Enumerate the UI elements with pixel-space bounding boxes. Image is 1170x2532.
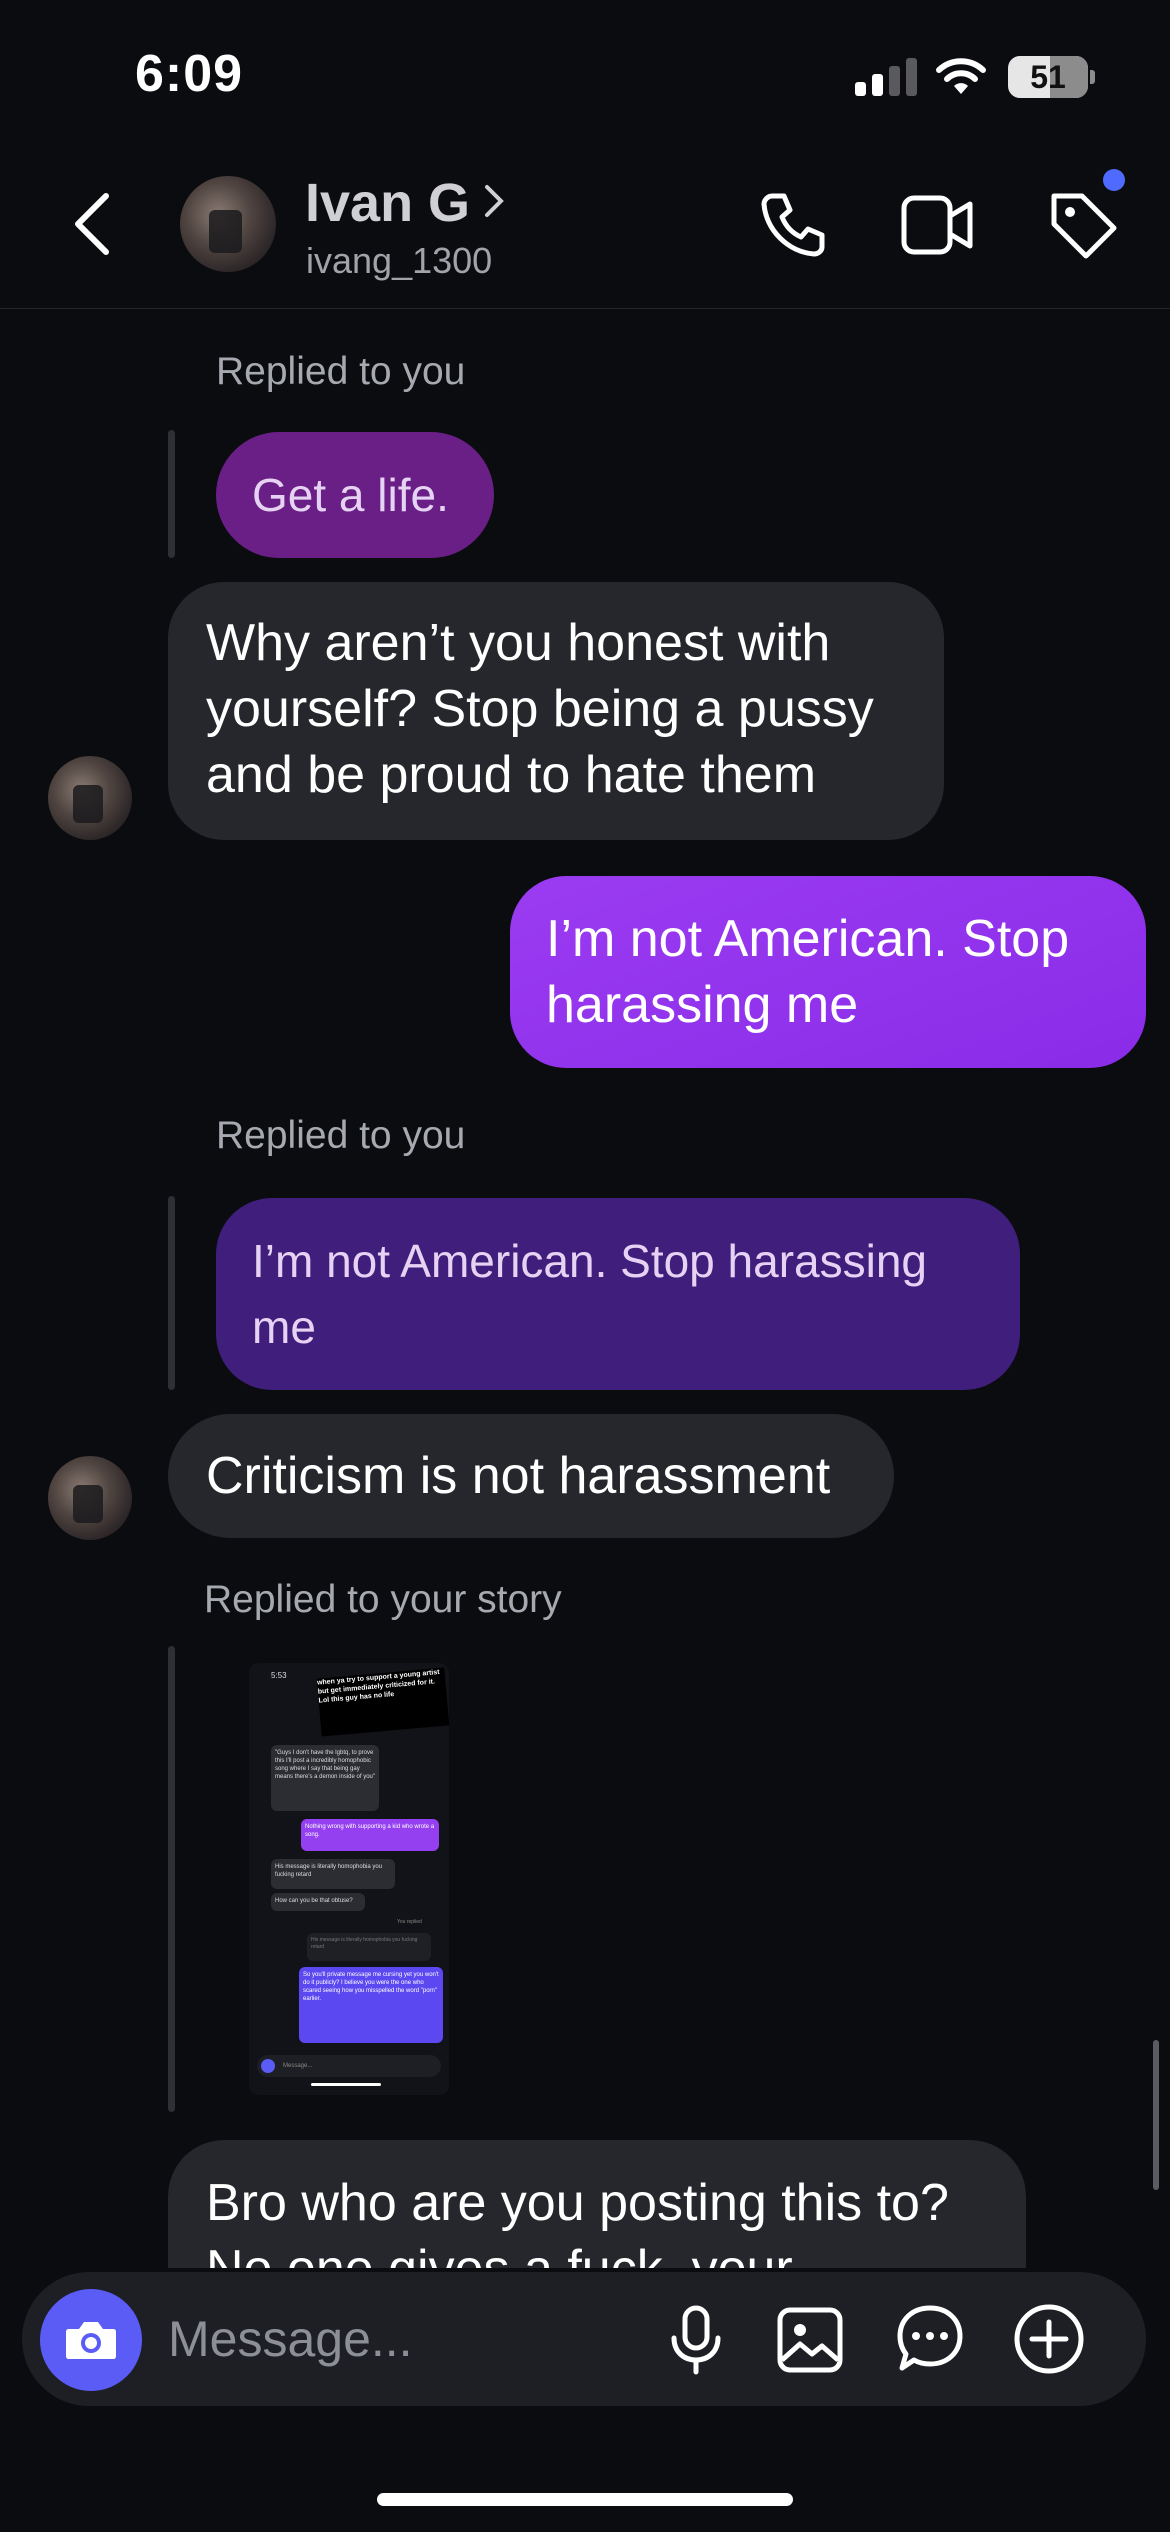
battery-level: 51 — [1030, 59, 1066, 95]
story-line: "Guys I don't have the lgbtq, to prove t… — [271, 1745, 379, 1811]
story-caption: when ya try to support a young artist bu… — [316, 1667, 449, 1737]
incoming-message[interactable]: Criticism is not harassment — [168, 1414, 894, 1538]
phone-icon[interactable] — [758, 188, 830, 260]
reply-label: Replied to you — [216, 1114, 466, 1157]
story-camera-icon — [261, 2059, 275, 2073]
story-composer: Message... — [257, 2055, 441, 2077]
camera-icon — [66, 2322, 116, 2359]
plus-icon[interactable] — [1012, 2302, 1086, 2376]
back-button[interactable] — [70, 190, 114, 258]
reply-label: Replied to you — [216, 350, 466, 393]
story-line: You replied — [397, 1919, 422, 1925]
incoming-message[interactable]: Why aren’t you honest with yourself? Sto… — [168, 582, 944, 840]
incoming-message[interactable]: Bro who are you posting this to? No one … — [168, 2140, 1026, 2268]
story-thumbnail[interactable]: 5:53 when ya try to support a young arti… — [249, 1663, 449, 2095]
battery-icon: 51 — [1008, 56, 1088, 98]
story-home-indicator — [311, 2083, 381, 2086]
story-line: Nothing wrong with supporting a kid who … — [301, 1819, 439, 1851]
story-line: So you'll private message me cursing yet… — [299, 1967, 443, 2043]
header-divider — [0, 308, 1170, 309]
incoming-message-clip: Bro who are you posting this to? No one … — [168, 2140, 1026, 2268]
story-line: How can you be that obtuse? — [271, 1893, 365, 1911]
outgoing-message[interactable]: I’m not American. Stop harassing me — [510, 876, 1146, 1068]
message-text: Criticism is not harassment — [206, 1447, 831, 1505]
gallery-icon[interactable] — [776, 2306, 844, 2374]
message-text: Bro who are you posting this to? No one … — [206, 2174, 949, 2268]
message-text: Why aren’t you honest with yourself? Sto… — [206, 614, 874, 804]
sender-avatar[interactable] — [48, 1456, 132, 1540]
story-line: His message is literally homophobia you … — [271, 1859, 395, 1889]
home-indicator[interactable] — [377, 2493, 793, 2506]
status-time: 6:09 — [135, 45, 244, 103]
video-icon[interactable] — [900, 192, 976, 258]
message-input[interactable] — [168, 2300, 638, 2378]
wifi-icon — [935, 56, 987, 96]
reply-bar — [168, 1196, 175, 1390]
reply-bar — [168, 430, 175, 558]
cellular-signal-icon — [855, 58, 917, 96]
chevron-right-icon[interactable] — [482, 182, 506, 220]
avatar[interactable] — [180, 176, 276, 272]
story-line: His message is literally homophobia you … — [307, 1933, 431, 1961]
notification-dot — [1103, 169, 1125, 191]
quoted-message[interactable]: Get a life. — [216, 432, 494, 558]
reply-bar — [168, 1646, 175, 2112]
contact-handle: ivang_1300 — [306, 240, 493, 281]
quoted-text: I’m not American. Stop harassing me — [252, 1235, 927, 1353]
message-text: I’m not American. Stop harassing me — [546, 910, 1070, 1034]
sender-avatar[interactable] — [48, 756, 132, 840]
camera-button[interactable] — [40, 2289, 142, 2391]
quoted-message[interactable]: I’m not American. Stop harassing me — [216, 1198, 1020, 1390]
tag-icon[interactable] — [1046, 188, 1120, 262]
microphone-icon[interactable] — [666, 2304, 726, 2376]
sticker-chat-icon[interactable] — [894, 2302, 966, 2374]
story-time: 5:53 — [271, 1671, 287, 1680]
story-reply-label: Replied to your story — [204, 1578, 562, 1621]
contact-name[interactable]: Ivan G — [305, 172, 470, 234]
battery-tip — [1090, 70, 1095, 84]
quoted-text: Get a life. — [252, 469, 449, 521]
scroll-indicator[interactable] — [1153, 2040, 1159, 2190]
